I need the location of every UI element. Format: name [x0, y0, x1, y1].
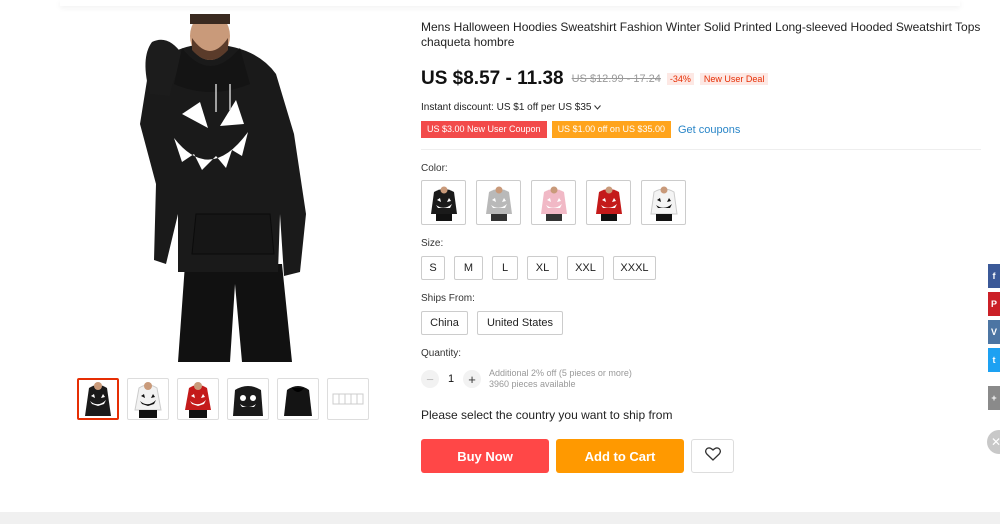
get-coupons-link[interactable]: Get coupons — [678, 124, 740, 136]
footer-strip — [0, 512, 1000, 524]
size-option-s[interactable]: S — [421, 256, 445, 280]
vk-share[interactable]: V — [988, 320, 1000, 344]
add-to-cart-button[interactable]: Add to Cart — [556, 439, 684, 473]
original-price: US $12.99 - 17.24 — [571, 73, 661, 85]
color-option-gray[interactable] — [476, 180, 521, 225]
pinterest-share[interactable]: P — [988, 292, 1000, 316]
vk-icon: V — [990, 327, 997, 337]
price-row: US $8.57 - 11.38 US $12.99 - 17.24 -34% … — [421, 68, 769, 90]
instant-discount[interactable]: Instant discount: US $1 off per US $35 — [421, 102, 602, 113]
ships-from-united-states[interactable]: United States — [477, 311, 563, 335]
thumbnail-size-chart[interactable] — [327, 378, 369, 420]
new-user-coupon[interactable]: US $3.00 New User Coupon — [421, 121, 547, 138]
thumbnail-black-plain[interactable] — [277, 378, 319, 420]
quantity-note: Additional 2% off (5 pieces or more) 396… — [489, 368, 632, 390]
more-share[interactable]: + — [988, 386, 1000, 410]
ships-from-options: China United States — [421, 311, 563, 335]
twitter-icon: t — [992, 355, 996, 365]
top-shadow — [60, 0, 960, 6]
bulk-discount-note: Additional 2% off (5 pieces or more) — [489, 368, 632, 378]
color-option-white[interactable] — [641, 180, 686, 225]
store-coupon[interactable]: US $1.00 off on US $35.00 — [551, 121, 671, 138]
buy-now-button[interactable]: Buy Now — [421, 439, 549, 473]
pinterest-icon: P — [990, 299, 997, 309]
coupon-row: US $3.00 New User Coupon US $1.00 off on… — [421, 121, 740, 138]
divider — [421, 149, 981, 150]
color-option-red[interactable] — [586, 180, 631, 225]
product-title: Mens Halloween Hoodies Sweatshirt Fashio… — [421, 20, 981, 49]
current-price: US $8.57 - 11.38 — [421, 68, 564, 89]
quantity-increase-button[interactable]: + — [463, 370, 481, 388]
thumbnail-black-skull[interactable] — [227, 378, 269, 420]
close-share-button[interactable]: ✕ — [987, 430, 1000, 454]
color-options — [421, 180, 686, 225]
quantity-input[interactable]: 1 — [439, 373, 463, 385]
thumbnail-red-pumpkin[interactable] — [177, 378, 219, 420]
color-label: Color: — [421, 163, 448, 174]
ships-from-label: Ships From: — [421, 293, 475, 304]
shipping-message: Please select the country you want to sh… — [421, 408, 673, 422]
thumbnail-white-pumpkin[interactable] — [127, 378, 169, 420]
size-option-xl[interactable]: XL — [527, 256, 558, 280]
main-product-image[interactable] — [70, 12, 350, 364]
pieces-available: 3960 pieces available — [489, 379, 576, 389]
color-option-pink[interactable] — [531, 180, 576, 225]
discount-badge: -34% — [666, 73, 694, 85]
size-options: S M L XL XXL XXXL — [421, 256, 656, 280]
size-option-l[interactable]: L — [492, 256, 518, 280]
twitter-share[interactable]: t — [988, 348, 1000, 372]
thumbnail-black-pumpkin[interactable] — [77, 378, 119, 420]
chevron-down-icon — [594, 102, 602, 113]
size-option-m[interactable]: M — [454, 256, 483, 280]
heart-icon — [704, 446, 721, 466]
size-label: Size: — [421, 238, 444, 249]
quantity-stepper: − 1 + Additional 2% off (5 pieces or mor… — [421, 368, 632, 390]
ships-from-china[interactable]: China — [421, 311, 468, 335]
quantity-decrease-button[interactable]: − — [421, 370, 439, 388]
thumbnail-strip — [77, 378, 369, 420]
new-user-deal-badge: New User Deal — [699, 73, 769, 85]
color-option-black[interactable] — [421, 180, 466, 225]
size-option-xxxl[interactable]: XXXL — [613, 256, 656, 280]
facebook-share[interactable]: f — [988, 264, 1000, 288]
wishlist-button[interactable] — [691, 439, 734, 473]
more-share-icon: + — [991, 393, 997, 403]
instant-discount-text: Instant discount: US $1 off per US $35 — [421, 102, 592, 113]
quantity-label: Quantity: — [421, 348, 462, 359]
close-icon: ✕ — [991, 435, 1000, 449]
facebook-icon: f — [992, 271, 996, 281]
size-option-xxl[interactable]: XXL — [567, 256, 604, 280]
